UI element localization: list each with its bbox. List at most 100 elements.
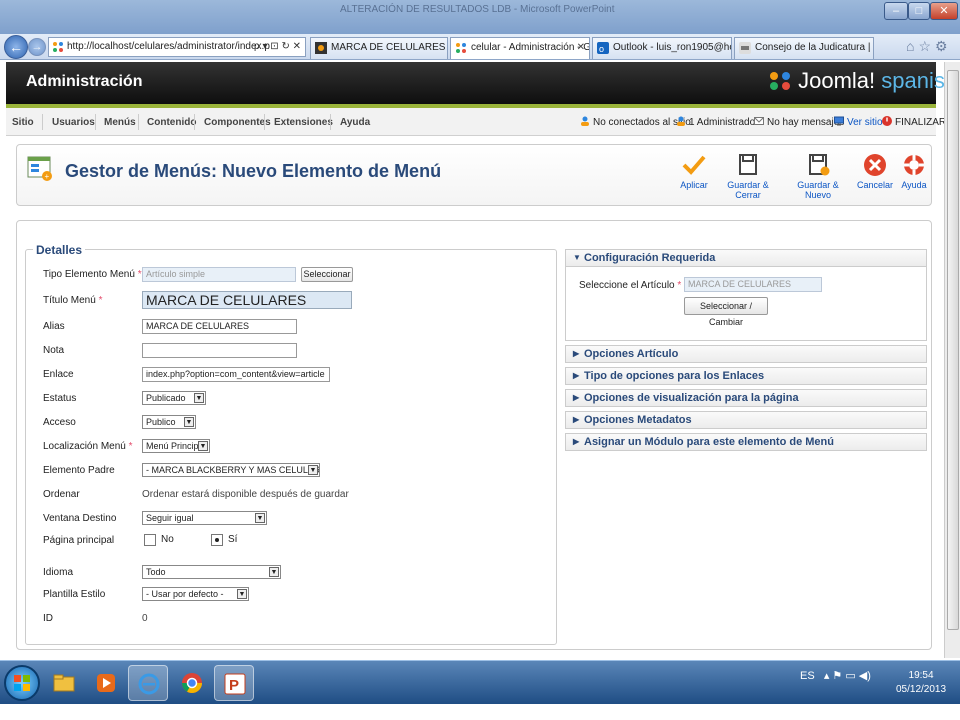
- home-no-label: No: [161, 534, 174, 545]
- panel-article-options[interactable]: ▶ Opciones Artículo: [565, 345, 927, 363]
- taskbar-clock[interactable]: 19:54 05/12/2013: [896, 669, 946, 697]
- select-change-button[interactable]: Seleccionar / Cambiar: [684, 297, 768, 327]
- panel-metadata-options[interactable]: ▶ Opciones Metadatos: [565, 411, 927, 429]
- system-tray[interactable]: ES ▴ ⚑ ▭ ◀): [800, 669, 871, 682]
- tab-outlook[interactable]: o Outlook - luis_ron1905@hotm...: [592, 37, 732, 59]
- menu-item-sitio[interactable]: Sitio: [12, 117, 34, 128]
- forward-button[interactable]: →: [28, 38, 46, 56]
- tab-marca-celulares[interactable]: MARCA DE CELULARES: [310, 37, 448, 59]
- menu-item-componentes[interactable]: Componentes: [204, 117, 271, 128]
- collapsed-arrow-icon: ▶: [573, 393, 580, 402]
- details-legend: Detalles: [33, 243, 86, 257]
- parent-select[interactable]: - MARCA BLACKBERRY Y MAS CELULARES ▼: [142, 463, 320, 477]
- template-select[interactable]: - Usar por defecto - ▼: [142, 587, 249, 601]
- tab-celular-administracion[interactable]: celular - Administración - G... ✕: [450, 37, 590, 59]
- menu-separator: [194, 114, 195, 130]
- alias-input[interactable]: MARCA DE CELULARES: [142, 319, 297, 334]
- browser-home-star-gear-icons[interactable]: ⌂☆⚙: [906, 38, 952, 55]
- tab-consejo-judicatura[interactable]: Consejo de la Judicatura | Con...: [734, 37, 874, 59]
- target-select[interactable]: Seguir igual ▼: [142, 511, 267, 525]
- menu-item-contenido[interactable]: Contenido: [147, 117, 196, 128]
- page-title: Gestor de Menús: Nuevo Elemento de Menú: [65, 161, 442, 181]
- menu-separator: [95, 114, 96, 130]
- status-select[interactable]: Publicado ▼: [142, 391, 206, 405]
- start-button[interactable]: [4, 665, 40, 701]
- close-window-button[interactable]: ✕: [930, 2, 958, 20]
- tab-label: celular - Administración - G...: [471, 42, 590, 53]
- lifebuoy-icon: [904, 155, 924, 175]
- chevron-down-icon: ▼: [269, 567, 279, 577]
- logout-link[interactable]: FINALIZAR: [882, 116, 946, 128]
- view-site-link[interactable]: Ver sitio: [834, 116, 883, 128]
- scrollbar-thumb[interactable]: [947, 70, 959, 630]
- admins-status: 1 Administrador: [676, 116, 758, 128]
- save-close-button[interactable]: Guardar & Cerrar: [715, 153, 781, 200]
- collapsed-arrow-icon: ▶: [573, 371, 580, 380]
- id-label: ID: [43, 613, 53, 624]
- chrome-icon: [182, 673, 202, 693]
- note-input[interactable]: [142, 343, 297, 358]
- menu-item-extensiones[interactable]: Extensiones: [274, 117, 333, 128]
- tab-label: Outlook - luis_ron1905@hotm...: [613, 42, 732, 53]
- apply-button[interactable]: Aplicar: [679, 153, 709, 190]
- taskbar-powerpoint[interactable]: P: [214, 665, 254, 701]
- title-input[interactable]: MARCA DE CELULARES: [142, 291, 352, 309]
- windows-taskbar: P ES ▴ ⚑ ▭ ◀) 19:54 05/12/2013: [0, 660, 960, 704]
- template-label: Plantilla Estilo: [43, 589, 106, 600]
- required-config-header[interactable]: ▼ Configuración Requerida: [565, 249, 927, 267]
- page-scrollbar[interactable]: [944, 62, 960, 658]
- taskbar-chrome[interactable]: [172, 665, 212, 701]
- window-title: ALTERACIÓN DE RESULTADOS LDB - Microsoft…: [340, 4, 615, 15]
- menu-item-menus[interactable]: Menús: [104, 117, 136, 128]
- radio-selected-dot: [215, 538, 219, 542]
- status-label: Estatus: [43, 393, 77, 404]
- maximize-button[interactable]: □: [908, 2, 930, 20]
- messages-status[interactable]: No hay mensajes: [754, 116, 844, 128]
- window-titlebar: ALTERACIÓN DE RESULTADOS LDB - Microsoft…: [0, 0, 960, 34]
- link-input[interactable]: index.php?option=com_content&view=articl…: [142, 367, 330, 382]
- home-yes-label: Sí: [228, 534, 238, 545]
- language-select[interactable]: Todo ▼: [142, 565, 281, 579]
- help-button[interactable]: Ayuda: [899, 153, 929, 190]
- home-no-radio[interactable]: [144, 534, 156, 546]
- power-icon: [882, 116, 892, 126]
- panel-link-type-options[interactable]: ▶ Tipo de opciones para los Enlaces: [565, 367, 927, 385]
- home-yes-radio[interactable]: [211, 534, 223, 546]
- taskbar-media-player[interactable]: [86, 665, 126, 701]
- save-new-button[interactable]: Guardar & Nuevo: [785, 153, 851, 200]
- title-label: Título Menú *: [43, 295, 103, 306]
- save-close-label: Guardar & Cerrar: [727, 180, 769, 200]
- taskbar-internet-explorer[interactable]: [128, 665, 168, 701]
- admin-header: Administración Joomla! spanish: [6, 62, 957, 104]
- panel-title: Opciones Metadatos: [584, 414, 692, 426]
- tab-label: MARCA DE CELULARES: [331, 42, 446, 53]
- back-button[interactable]: ←: [4, 35, 28, 59]
- chevron-down-icon: ▼: [194, 393, 204, 403]
- collapsed-arrow-icon: ▶: [573, 349, 580, 358]
- panel-title: Opciones de visualización para la página: [584, 392, 799, 404]
- chevron-down-icon: ▼: [184, 417, 194, 427]
- judicatura-icon: [739, 42, 751, 54]
- cancel-button[interactable]: Cancelar: [855, 153, 895, 190]
- address-controls[interactable]: ρ ▾ ⊡ ↻ ✕: [254, 38, 301, 56]
- location-select[interactable]: Menú Principal ▼: [142, 439, 210, 453]
- taskbar-explorer[interactable]: [44, 665, 84, 701]
- powerpoint-icon: P: [224, 673, 246, 695]
- tab-close-icon[interactable]: ✕: [577, 38, 585, 58]
- language-indicator[interactable]: ES: [800, 670, 815, 682]
- tray-icons[interactable]: ▴ ⚑ ▭ ◀): [824, 670, 871, 682]
- select-type-button[interactable]: Seleccionar: [301, 267, 353, 282]
- menu-item-ayuda[interactable]: Ayuda: [340, 117, 370, 128]
- access-select[interactable]: Publico ▼: [142, 415, 196, 429]
- windows-logo-icon: [14, 675, 30, 691]
- view-site-text: Ver sitio: [847, 117, 883, 128]
- panel-module-assignment[interactable]: ▶ Asignar un Módulo para este elemento de…: [565, 433, 927, 451]
- address-bar[interactable]: http://localhost/celulares/administrator…: [48, 37, 306, 57]
- admin-menu-bar: Sitio Usuarios Menús Contenido Component…: [6, 108, 946, 136]
- menu-item-usuarios[interactable]: Usuarios: [52, 117, 95, 128]
- minimize-button[interactable]: –: [884, 2, 908, 20]
- joomla-favicon-icon: [53, 42, 63, 52]
- toolbar-box: + Gestor de Menús: Nuevo Elemento de Men…: [16, 144, 932, 206]
- location-label: Localización Menú *: [43, 441, 133, 452]
- panel-page-display-options[interactable]: ▶ Opciones de visualización para la págin…: [565, 389, 927, 407]
